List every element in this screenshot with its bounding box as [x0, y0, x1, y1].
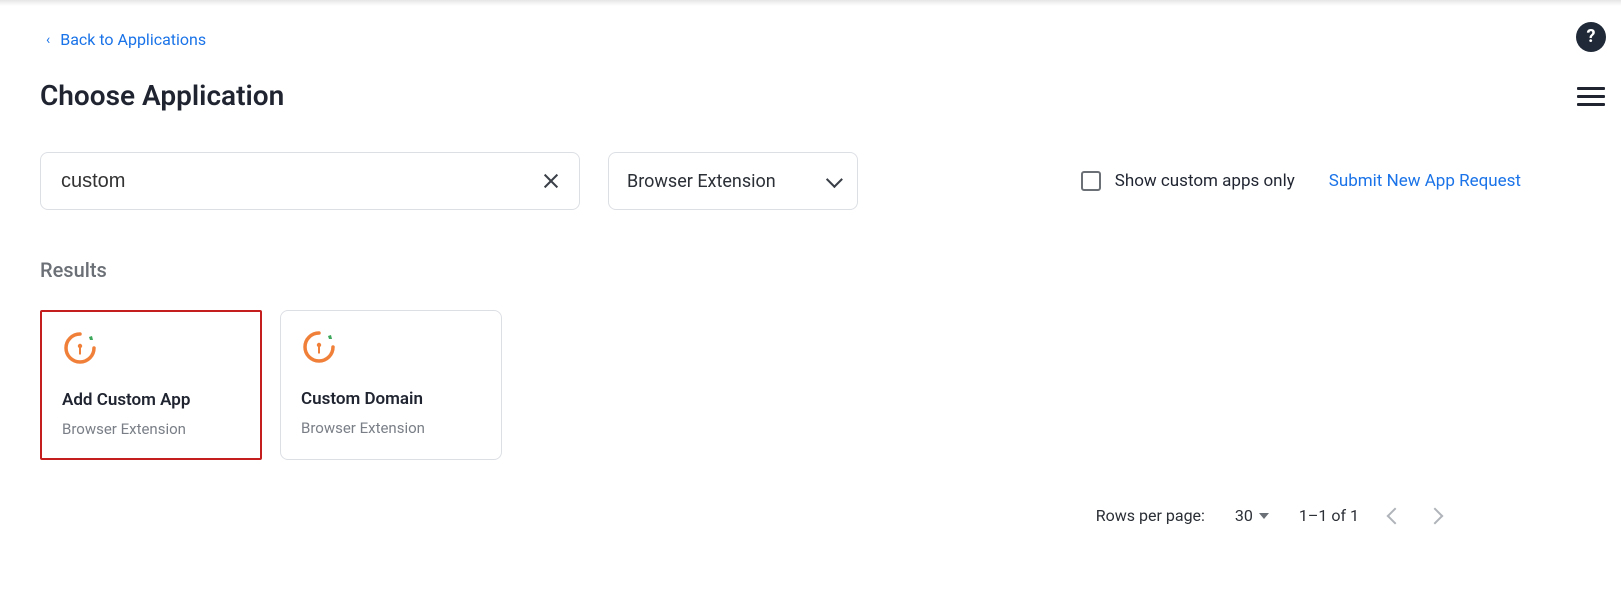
- checkbox-icon: [1081, 171, 1101, 191]
- show-custom-only-toggle[interactable]: Show custom apps only: [1081, 171, 1295, 191]
- pagination-arrows: [1389, 510, 1441, 522]
- right-rail: ?: [1561, 0, 1621, 615]
- caret-down-icon: [1259, 513, 1269, 519]
- results-grid: Add Custom App Browser Extension Custom D…: [40, 310, 1521, 460]
- app-logo-icon: [62, 330, 98, 366]
- controls-row: Browser Extension Show custom apps only …: [40, 152, 1521, 210]
- submit-new-app-request-link[interactable]: Submit New App Request: [1329, 171, 1521, 191]
- app-card-icon: [301, 329, 481, 369]
- back-to-applications-link[interactable]: ‹ Back to Applications: [40, 24, 206, 69]
- rows-value: 30: [1235, 506, 1253, 525]
- help-icon: ?: [1587, 28, 1596, 46]
- app-logo-icon: [301, 329, 337, 365]
- app-card[interactable]: Custom Domain Browser Extension: [280, 310, 502, 460]
- app-card-title: Custom Domain: [301, 389, 481, 409]
- search-input[interactable]: [59, 169, 541, 194]
- prev-page-button[interactable]: [1387, 507, 1404, 524]
- rows-per-page-select[interactable]: 30: [1235, 506, 1269, 525]
- select-value: Browser Extension: [627, 171, 776, 192]
- menu-button[interactable]: [1577, 82, 1605, 111]
- search-field-wrap: [40, 152, 580, 210]
- app-card-subtitle: Browser Extension: [301, 419, 481, 437]
- clear-search-button[interactable]: [541, 171, 561, 191]
- page-title: Choose Application: [40, 79, 1521, 112]
- results-heading: Results: [40, 258, 1521, 282]
- checkbox-label: Show custom apps only: [1115, 171, 1295, 191]
- app-card[interactable]: Add Custom App Browser Extension: [40, 310, 262, 460]
- back-link-label: Back to Applications: [60, 30, 206, 49]
- chevron-down-icon: [826, 171, 843, 188]
- chevron-left-icon: ‹: [46, 32, 50, 48]
- app-card-icon: [62, 330, 240, 370]
- app-type-select[interactable]: Browser Extension: [608, 152, 858, 210]
- pagination-range: 1–1 of 1: [1299, 506, 1359, 525]
- help-button[interactable]: ?: [1576, 22, 1606, 52]
- pagination-bar: Rows per page: 30 1–1 of 1: [1096, 506, 1441, 525]
- app-card-subtitle: Browser Extension: [62, 420, 240, 438]
- app-card-title: Add Custom App: [62, 390, 240, 410]
- next-page-button[interactable]: [1427, 507, 1444, 524]
- rows-per-page-label: Rows per page:: [1096, 506, 1205, 525]
